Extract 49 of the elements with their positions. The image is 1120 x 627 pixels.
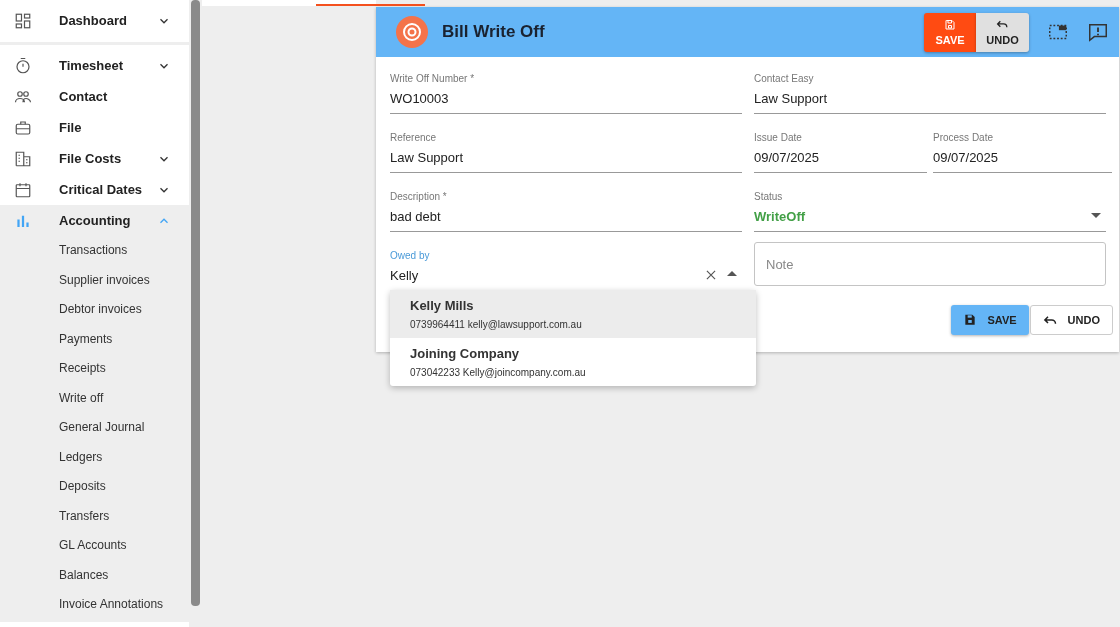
option-name: Joining Company bbox=[410, 346, 521, 361]
nav-item[interactable]: File bbox=[0, 112, 189, 143]
process-date-field[interactable]: Process Date 09/07/2025 bbox=[933, 130, 1112, 173]
nav-item[interactable]: Dashboard bbox=[0, 5, 189, 36]
feedback-icon[interactable] bbox=[1087, 21, 1109, 43]
undo-button[interactable]: UNDO bbox=[976, 12, 1029, 52]
reference-field[interactable]: Reference Law Support bbox=[390, 130, 742, 173]
save-button[interactable]: SAVE bbox=[951, 305, 1029, 335]
nav-subitem[interactable]: GL Accounts bbox=[0, 531, 189, 561]
nav-subitem[interactable]: Balances bbox=[0, 560, 189, 590]
nav-item[interactable]: Timesheet bbox=[0, 50, 189, 81]
clear-icon[interactable] bbox=[704, 268, 718, 282]
nav-subitem[interactable]: Transfers bbox=[0, 501, 189, 531]
nav-subitem[interactable]: Receipts bbox=[0, 354, 189, 384]
nav-subitem[interactable]: Ledgers bbox=[0, 442, 189, 472]
save-icon bbox=[944, 18, 956, 31]
nav-subitem[interactable]: Payments bbox=[0, 324, 189, 354]
logo-icon bbox=[396, 16, 428, 48]
briefcase-icon bbox=[14, 118, 32, 137]
undo-button[interactable]: UNDO bbox=[1029, 305, 1113, 335]
nav-subitem[interactable]: Supplier invoices bbox=[0, 265, 189, 295]
nav-item[interactable]: Contact bbox=[0, 81, 189, 112]
option-detail: 073042233 Kelly@joincompany.com.au bbox=[410, 367, 587, 378]
save-icon bbox=[963, 313, 978, 327]
description-field[interactable]: Description * bad debt bbox=[390, 189, 742, 232]
option-name: Kelly Mills bbox=[410, 298, 475, 313]
building-icon bbox=[14, 149, 32, 168]
contact-field[interactable]: Contact Easy Law Support bbox=[754, 71, 1106, 114]
nav-subitem[interactable]: Invoice Annotations bbox=[0, 590, 189, 620]
nav-subitem[interactable]: Deposits bbox=[0, 472, 189, 502]
write-off-number-field[interactable]: Write Off Number * WO10003 bbox=[390, 71, 742, 114]
nav-item[interactable]: File Costs bbox=[0, 143, 189, 174]
nav-subitem[interactable]: General Journal bbox=[0, 413, 189, 443]
nav-subitem[interactable]: Transactions bbox=[0, 236, 189, 266]
scrollbar[interactable] bbox=[191, 0, 200, 606]
calendar-icon bbox=[14, 180, 32, 199]
issue-date-field[interactable]: Issue Date 09/07/2025 bbox=[754, 130, 927, 173]
stopwatch-icon bbox=[14, 56, 32, 75]
dialog-title: Bill Write Off bbox=[442, 22, 545, 42]
dropdown-option[interactable]: Kelly Mills 0739964411 kelly@lawsupport.com.au bbox=[390, 290, 756, 338]
status-select[interactable]: Status WriteOff bbox=[754, 189, 1106, 232]
option-detail: 0739964411 kelly@lawsupport.com.au bbox=[410, 319, 583, 330]
note-field[interactable]: Note bbox=[754, 242, 1106, 286]
nav-subitem[interactable]: Debtor invoices bbox=[0, 295, 189, 325]
dashboard-icon bbox=[14, 11, 32, 30]
nav-item[interactable]: Accounting bbox=[0, 205, 189, 236]
nav-item[interactable]: Critical Dates bbox=[0, 174, 189, 205]
dropdown-option[interactable]: Joining Company 073042233 Kelly@joincompany.com.au bbox=[390, 338, 756, 386]
nav-subitem[interactable]: Write off bbox=[0, 383, 189, 413]
